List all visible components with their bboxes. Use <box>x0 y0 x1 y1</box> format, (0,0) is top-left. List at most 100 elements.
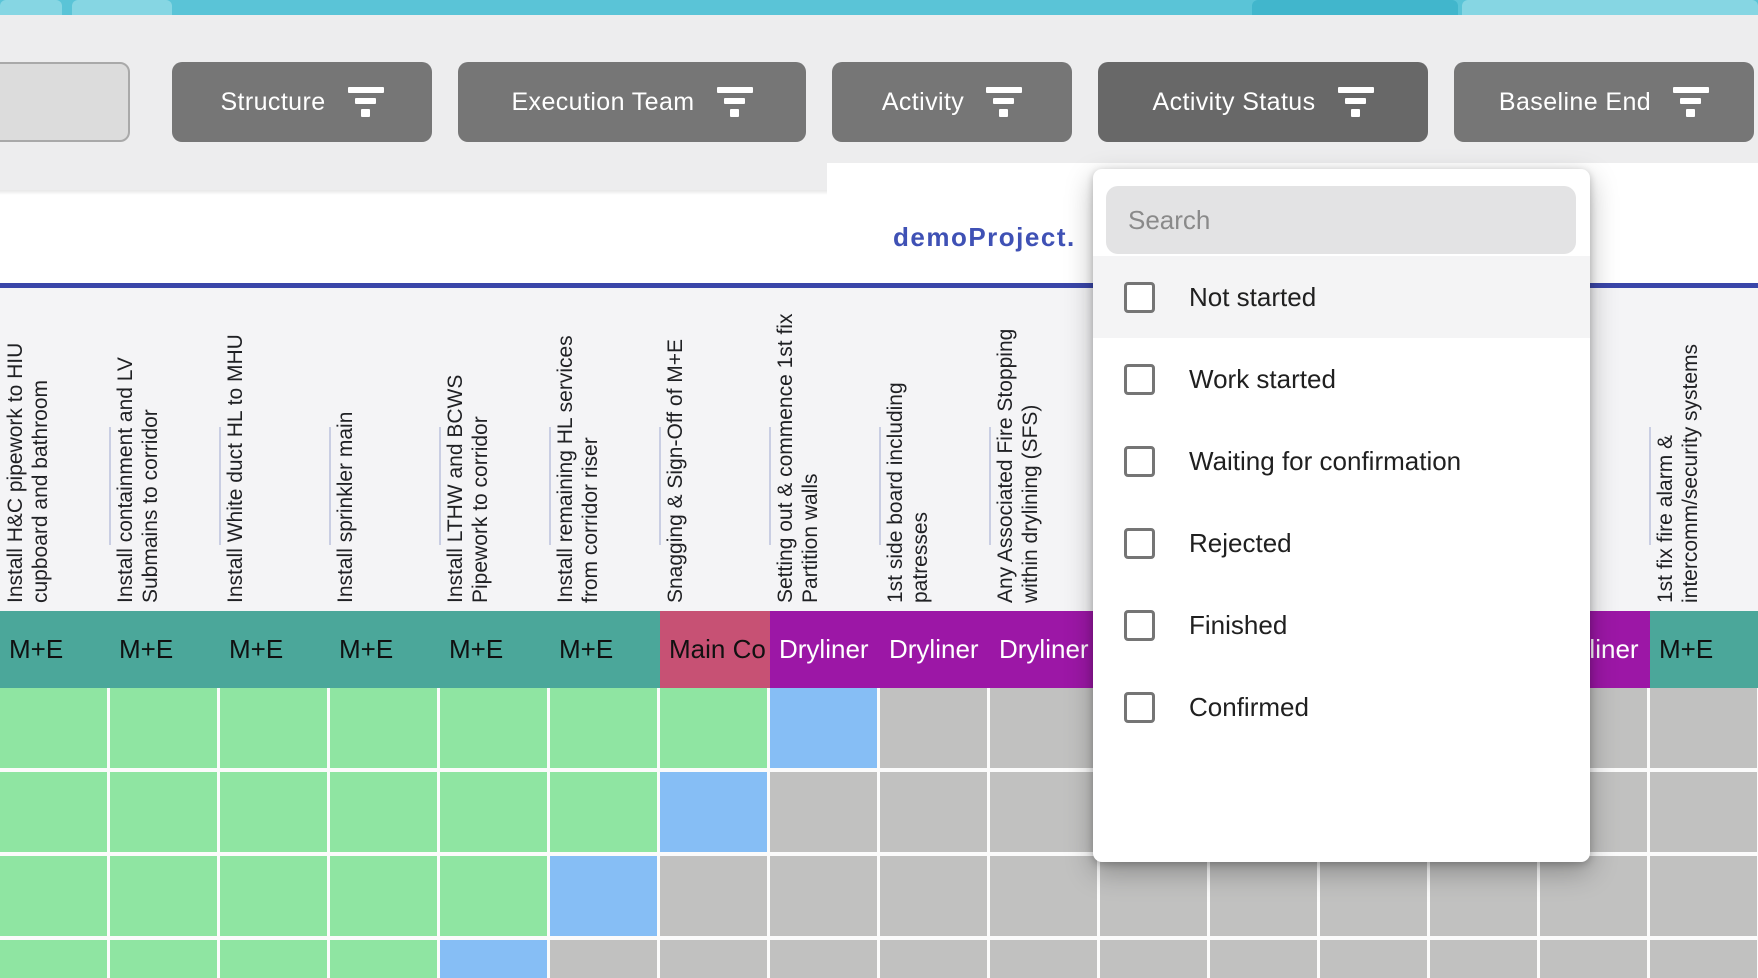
matrix-cell-pending[interactable] <box>880 856 987 936</box>
option-checkbox[interactable] <box>1124 610 1155 641</box>
matrix-cell-pending[interactable] <box>1650 856 1757 936</box>
browser-tab[interactable] <box>1462 0 1758 15</box>
option-checkbox[interactable] <box>1124 364 1155 395</box>
matrix-cell-done[interactable] <box>0 856 107 936</box>
filter-button-baseline-end[interactable]: Baseline End <box>1454 62 1754 142</box>
browser-tab[interactable] <box>1252 0 1458 15</box>
matrix-cell-pending[interactable] <box>1320 856 1427 936</box>
matrix-cell-done[interactable] <box>110 940 217 978</box>
option-label: Rejected <box>1189 528 1292 559</box>
filter-button-activity-status[interactable]: Activity Status <box>1098 62 1428 142</box>
option-checkbox[interactable] <box>1124 528 1155 559</box>
matrix-cell-done[interactable] <box>220 688 327 768</box>
matrix-cell-pending[interactable] <box>770 856 877 936</box>
matrix-cell-pending[interactable] <box>1210 940 1317 978</box>
matrix-cell-pending[interactable] <box>770 772 877 852</box>
matrix-cell-done[interactable] <box>330 688 437 768</box>
matrix-cell-pending[interactable] <box>1100 940 1207 978</box>
matrix-cell-done[interactable] <box>0 688 107 768</box>
matrix-cell-done[interactable] <box>220 772 327 852</box>
search-input[interactable] <box>1106 186 1576 254</box>
dropdown-option-work-started[interactable]: Work started <box>1093 338 1590 420</box>
column-divider <box>879 427 881 545</box>
matrix-cell-pending[interactable] <box>550 940 657 978</box>
matrix-cell-pending[interactable] <box>1210 856 1317 936</box>
column-header: Install sprinkler main <box>330 288 440 611</box>
matrix-cell-done[interactable] <box>110 688 217 768</box>
matrix-cell-active[interactable] <box>550 856 657 936</box>
matrix-cell-done[interactable] <box>330 772 437 852</box>
matrix-cell-done[interactable] <box>110 856 217 936</box>
matrix-cell-pending[interactable] <box>660 856 767 936</box>
matrix-cell-done[interactable] <box>330 856 437 936</box>
matrix-cell-pending[interactable] <box>1430 940 1537 978</box>
column-header-label: 1st side board including patresses <box>883 295 933 603</box>
team-cell-dryliner: Dryliner <box>990 611 1100 688</box>
matrix-cell-done[interactable] <box>330 940 437 978</box>
matrix-cell-pending[interactable] <box>1320 940 1427 978</box>
matrix-cell-pending[interactable] <box>1430 856 1537 936</box>
matrix-cell-done[interactable] <box>660 688 767 768</box>
matrix-cell-done[interactable] <box>440 772 547 852</box>
dropdown-option-rejected[interactable]: Rejected <box>1093 502 1590 584</box>
column-header-label: Setting out & commence 1st fix Partition… <box>773 295 823 603</box>
matrix-cell-pending[interactable] <box>1100 856 1207 936</box>
filter-button-execution-team[interactable]: Execution Team <box>458 62 806 142</box>
matrix-cell-pending[interactable] <box>1650 940 1757 978</box>
column-header-label: Install White duct HL to MHU <box>223 295 248 603</box>
matrix-cell-pending[interactable] <box>880 688 987 768</box>
option-checkbox[interactable] <box>1124 282 1155 313</box>
matrix-cell-pending[interactable] <box>1650 688 1757 768</box>
matrix-cell-done[interactable] <box>110 772 217 852</box>
option-label: Work started <box>1189 364 1336 395</box>
dropdown-option-finished[interactable]: Finished <box>1093 584 1590 666</box>
filter-button-label: Structure <box>220 88 325 117</box>
matrix-cell-pending[interactable] <box>990 688 1097 768</box>
matrix-cell-active[interactable] <box>660 772 767 852</box>
matrix-cell-active[interactable] <box>440 940 547 978</box>
column-header-label: Install containment and LV Submains to c… <box>113 295 163 603</box>
clipped-input-stub[interactable] <box>0 62 130 142</box>
matrix-cell-pending[interactable] <box>990 856 1097 936</box>
dropdown-option-waiting-for-confirmation[interactable]: Waiting for confirmation <box>1093 420 1590 502</box>
matrix-cell-pending[interactable] <box>1540 940 1647 978</box>
matrix-cell-done[interactable] <box>440 688 547 768</box>
column-divider <box>109 427 111 545</box>
column-header: Install H&C pipework to HIU cupboard and… <box>0 288 110 611</box>
option-label: Confirmed <box>1189 692 1309 723</box>
column-header-label: 1st fix fire alarm & intercomm/security … <box>1653 295 1703 603</box>
matrix-cell-pending[interactable] <box>660 940 767 978</box>
column-header: Install White duct HL to MHU <box>220 288 330 611</box>
matrix-cell-done[interactable] <box>550 772 657 852</box>
matrix-cell-pending[interactable] <box>990 940 1097 978</box>
dropdown-option-not-started[interactable]: Not started <box>1093 256 1590 338</box>
option-checkbox[interactable] <box>1124 692 1155 723</box>
matrix-cell-done[interactable] <box>220 940 327 978</box>
column-header-label: Install H&C pipework to HIU cupboard and… <box>3 295 53 603</box>
matrix-cell-pending[interactable] <box>1650 772 1757 852</box>
matrix-cell-done[interactable] <box>0 772 107 852</box>
matrix-cell-pending[interactable] <box>880 940 987 978</box>
filter-button-group: Structure Execution Team Activity Activity … <box>172 62 1754 142</box>
browser-bar <box>0 0 1758 15</box>
matrix-cell-pending[interactable] <box>990 772 1097 852</box>
matrix-cell-pending[interactable] <box>770 940 877 978</box>
column-divider <box>989 427 991 545</box>
browser-tab[interactable] <box>0 0 62 15</box>
matrix-cell-done[interactable] <box>220 856 327 936</box>
filter-button-structure[interactable]: Structure <box>172 62 432 142</box>
column-header-label: Snagging & Sign-Off of M+E <box>663 295 688 603</box>
column-divider <box>1649 427 1651 545</box>
column-header: Setting out & commence 1st fix Partition… <box>770 288 880 611</box>
matrix-cell-done[interactable] <box>0 940 107 978</box>
matrix-cell-active[interactable] <box>770 688 877 768</box>
team-cell-m-e: M+E <box>110 611 220 688</box>
matrix-cell-pending[interactable] <box>880 772 987 852</box>
browser-tab[interactable] <box>72 0 172 15</box>
filter-button-activity[interactable]: Activity <box>832 62 1072 142</box>
matrix-cell-done[interactable] <box>550 688 657 768</box>
dropdown-option-confirmed[interactable]: Confirmed <box>1093 666 1590 748</box>
matrix-cell-pending[interactable] <box>1540 856 1647 936</box>
option-checkbox[interactable] <box>1124 446 1155 477</box>
matrix-cell-done[interactable] <box>440 856 547 936</box>
